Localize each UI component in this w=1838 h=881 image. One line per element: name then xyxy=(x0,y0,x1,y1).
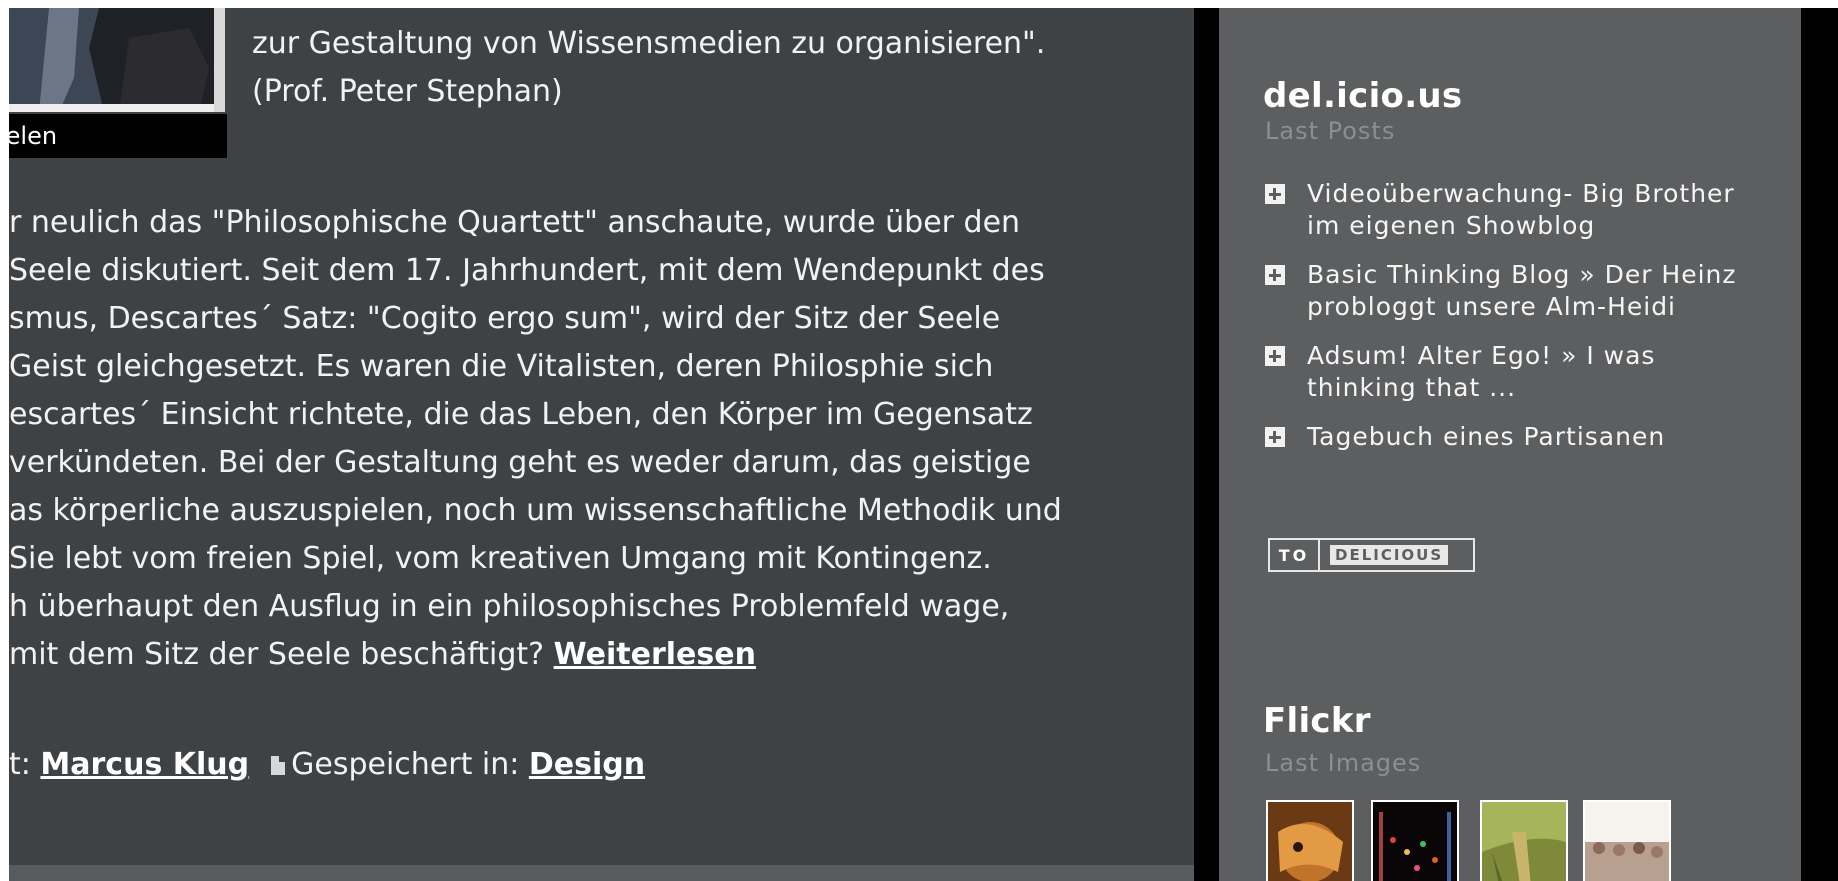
badge-delicious-label: DELICIOUS xyxy=(1330,545,1449,565)
post-meta: t: Marcus Klug Gespeichert in: Design xyxy=(9,741,645,789)
photo-caption: ielen xyxy=(9,114,227,158)
read-more-link[interactable]: Weiterlesen xyxy=(554,637,756,672)
post-item-line: Tagebuch eines Partisanen xyxy=(1307,422,1666,451)
author-photo xyxy=(9,8,225,112)
body-line: as körperliche auszuspielen, noch um wis… xyxy=(9,493,1062,528)
flickr-subtitle: Last Images xyxy=(1265,749,1422,777)
document-icon xyxy=(271,756,286,775)
flickr-thumbnail[interactable] xyxy=(1266,800,1354,881)
delicious-post-item[interactable]: Videoüberwachung- Big Brother im eigenen… xyxy=(1265,178,1785,242)
flickr-thumbnail[interactable] xyxy=(1371,800,1459,881)
flickr-thumbnail[interactable] xyxy=(1480,800,1568,881)
intro-line: (Prof. Peter Stephan) xyxy=(252,74,563,109)
post-intro: zur Gestaltung von Wissensmedien zu orga… xyxy=(252,20,1182,116)
body-line: Seele diskutiert. Seit dem 17. Jahrhunde… xyxy=(9,253,1045,288)
plus-square-icon xyxy=(1265,346,1285,366)
badge-to-label: TO xyxy=(1270,540,1320,570)
delicious-post-item[interactable]: Basic Thinking Blog » Der Heinz problogg… xyxy=(1265,259,1785,323)
post-item-line: Videoüberwachung- Big Brother xyxy=(1307,179,1735,208)
saved-in-label: Gespeichert in: xyxy=(291,747,529,782)
body-line: smus, Descartes´ Satz: "Cogito ergo sum"… xyxy=(9,301,1001,336)
category-link[interactable]: Design xyxy=(529,747,645,782)
plus-square-icon xyxy=(1265,184,1285,204)
post-footer-bar xyxy=(9,865,1194,881)
sidebar: del.icio.us Last Posts Videoüberwachung-… xyxy=(1219,8,1801,881)
body-line: Sie lebt vom freien Spiel, vom kreativen… xyxy=(9,541,992,576)
delicious-title: del.icio.us xyxy=(1263,76,1463,116)
post-item-line: Basic Thinking Blog » Der Heinz xyxy=(1307,260,1737,289)
delicious-post-list: Videoüberwachung- Big Brother im eigenen… xyxy=(1265,178,1785,470)
post-item-line: thinking that ... xyxy=(1307,373,1517,402)
column-divider xyxy=(1194,8,1219,881)
author-link[interactable]: Marcus Klug xyxy=(40,747,249,782)
badge-label-wrap: DELICIOUS xyxy=(1320,540,1473,570)
flickr-thumbnail[interactable] xyxy=(1583,800,1671,881)
body-line: escartes´ Einsicht richtete, die das Leb… xyxy=(9,397,1033,432)
body-line: h überhaupt den Ausflug in ein philosoph… xyxy=(9,589,1010,624)
author-label: t: xyxy=(9,747,41,782)
post-item-line: probloggt unsere Alm-Heidi xyxy=(1307,292,1677,321)
body-line-text: mit dem Sitz der Seele beschäftigt? xyxy=(9,637,554,672)
delicious-post-item[interactable]: Tagebuch eines Partisanen xyxy=(1265,421,1785,453)
body-line: r neulich das "Philosophische Quartett" … xyxy=(9,205,1021,240)
plus-square-icon xyxy=(1265,265,1285,285)
to-delicious-badge[interactable]: TO DELICIOUS xyxy=(1268,538,1475,572)
delicious-post-item[interactable]: Adsum! Alter Ego! » I was thinking that … xyxy=(1265,340,1785,404)
delicious-subtitle: Last Posts xyxy=(1265,117,1396,145)
body-line: verkündeten. Bei der Gestaltung geht es … xyxy=(9,445,1031,480)
flickr-title: Flickr xyxy=(1263,701,1371,741)
post-item-line: im eigenen Showblog xyxy=(1307,211,1596,240)
body-line-last: mit dem Sitz der Seele beschäftigt? Weit… xyxy=(9,631,1184,679)
post-content-area: ielen zur Gestaltung von Wissensmedien z… xyxy=(9,8,1194,865)
window-right-border xyxy=(1801,8,1838,881)
window-top-border xyxy=(0,0,1838,8)
post-body: r neulich das "Philosophische Quartett" … xyxy=(9,199,1184,679)
window-left-border xyxy=(0,0,9,881)
plus-square-icon xyxy=(1265,427,1285,447)
post-item-line: Adsum! Alter Ego! » I was xyxy=(1307,341,1656,370)
intro-line: zur Gestaltung von Wissensmedien zu orga… xyxy=(252,26,1046,61)
body-line: Geist gleichgesetzt. Es waren die Vitali… xyxy=(9,349,994,384)
